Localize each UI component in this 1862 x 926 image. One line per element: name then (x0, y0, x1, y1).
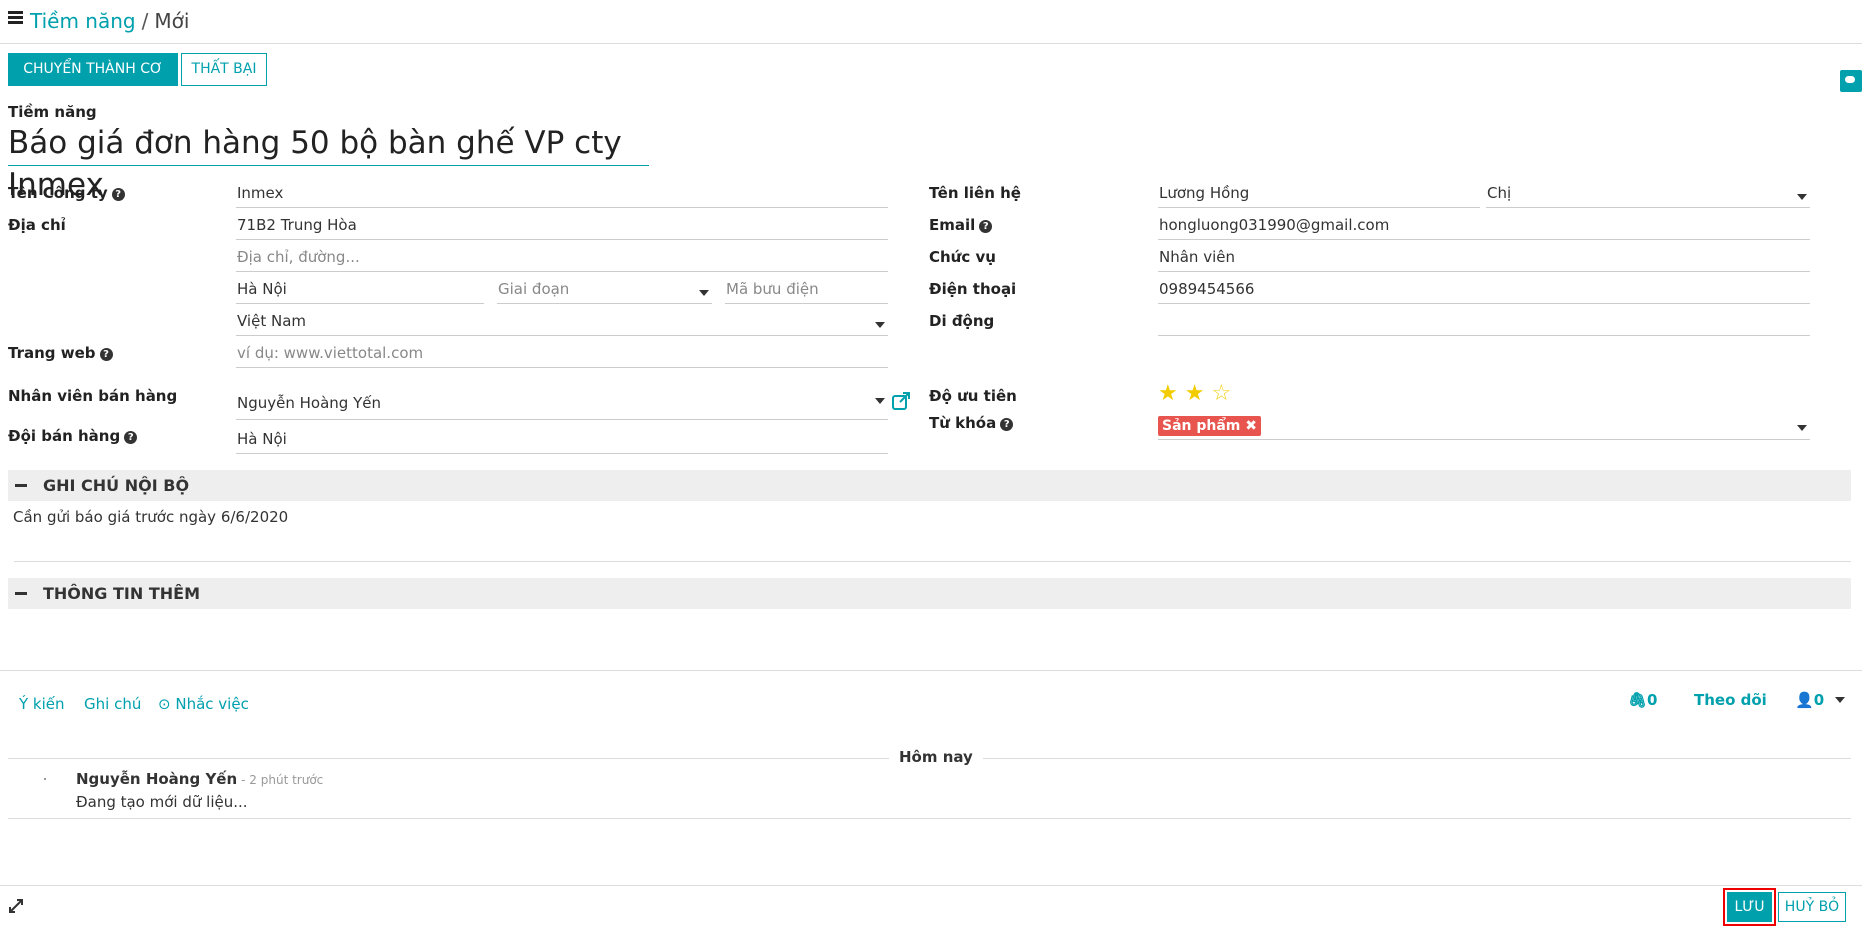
job-position-label: Chức vụ (929, 248, 996, 266)
footer-divider (0, 885, 1862, 886)
convert-to-opportunity-button[interactable]: CHUYỂN THÀNH CƠ HỘI (8, 53, 178, 108)
mobile-label: Di động (929, 312, 995, 330)
control-panel: Tiềm năng / Mới (0, 0, 1862, 44)
clock-icon: ⊙ (158, 695, 171, 713)
divider (8, 818, 1851, 819)
salesperson-label: Nhân viên bán hàng (8, 387, 178, 405)
website-label: Trang web? (8, 344, 113, 362)
tag-label: Sản phẩm (1162, 418, 1241, 434)
chat-icon[interactable] (1840, 70, 1862, 92)
chevron-down-icon[interactable] (875, 398, 885, 404)
lead-title-label: Tiềm năng (8, 103, 97, 121)
lead-title-input[interactable]: Báo giá đơn hàng 50 bộ bàn ghế VP cty In… (8, 122, 649, 203)
mark-lost-button[interactable]: THẤT BẠI (181, 53, 267, 86)
chevron-down-icon[interactable] (1835, 697, 1846, 703)
send-message-tab[interactable]: Ý kiến (19, 695, 65, 713)
website-label-text: Trang web (8, 344, 96, 362)
help-icon[interactable]: ? (1000, 418, 1014, 431)
sales-team-label-text: Đội bán hàng (8, 427, 121, 445)
schedule-activity-tab[interactable]: ⊙ Nhắc việc (158, 695, 249, 713)
help-icon[interactable]: ? (111, 188, 125, 201)
email-label: Email? (929, 216, 993, 234)
attachments-button[interactable]: 🖇0 (1628, 691, 1657, 709)
contact-name-input[interactable]: Lương Hồng (1158, 182, 1480, 208)
country-select[interactable]: Việt Nam (236, 310, 888, 336)
sales-team-select[interactable]: Hà Nội (236, 428, 888, 454)
log-note-tab[interactable]: Ghi chú (84, 695, 141, 713)
breadcrumb-parent-link[interactable]: Tiềm năng (30, 9, 136, 33)
state-select[interactable]: Giai đoạn (497, 278, 712, 304)
internal-notes-title: GHI CHÚ NỘI BỘ (43, 476, 190, 495)
divider (14, 561, 1851, 562)
followers-count: 0 (1813, 691, 1825, 709)
star-filled-icon[interactable]: ★ (1185, 381, 1205, 406)
company-input[interactable]: Inmex (236, 182, 888, 208)
phone-input[interactable]: 0989454566 (1158, 278, 1810, 304)
zip-input[interactable]: Mã bưu điện (725, 278, 888, 304)
contact-name-label: Tên liên hệ (929, 184, 1021, 202)
internal-notes-header[interactable]: GHI CHÚ NỘI BỘ (8, 470, 1851, 501)
extra-info-header[interactable]: THÔNG TIN THÊM (8, 578, 1851, 609)
user-icon: 👤 (1795, 691, 1814, 709)
salesperson-select[interactable]: Nguyễn Hoàng Yến (236, 390, 888, 420)
website-input[interactable]: ví dụ: www.viettotal.com (236, 342, 888, 368)
job-position-input[interactable]: Nhân viên (1158, 246, 1810, 272)
extra-info-title: THÔNG TIN THÊM (43, 584, 200, 603)
expand-icon[interactable] (8, 898, 24, 914)
mobile-input[interactable] (1158, 310, 1810, 336)
sales-team-label: Đội bán hàng? (8, 427, 138, 445)
message-author[interactable]: Nguyễn Hoàng Yến - 2 phút trước (76, 770, 323, 788)
company-label-text: Tên Công ty (8, 184, 108, 202)
followers-button[interactable]: 👤0 (1795, 691, 1846, 709)
tags-label-text: Từ khóa (929, 414, 997, 432)
date-separator: Hôm nay (889, 748, 983, 766)
help-icon[interactable]: ? (979, 220, 993, 233)
message-time: - 2 phút trước (241, 773, 324, 787)
tags-label: Từ khóa? (929, 414, 1014, 432)
remove-tag-icon[interactable]: ✖ (1245, 418, 1257, 434)
chevron-down-icon[interactable] (1797, 425, 1807, 431)
priority-label: Độ ưu tiên (929, 387, 1017, 405)
chevron-down-icon[interactable] (1797, 194, 1807, 200)
breadcrumb-current: Mới (154, 9, 190, 33)
help-icon[interactable]: ? (124, 431, 138, 444)
chevron-down-icon[interactable] (875, 322, 885, 328)
collapse-icon[interactable] (15, 484, 27, 487)
phone-label: Điện thoại (929, 280, 1017, 298)
star-filled-icon[interactable]: ★ (1158, 381, 1178, 406)
attachments-count: 0 (1647, 691, 1658, 709)
breadcrumb: Tiềm năng / Mới (30, 9, 189, 33)
star-empty-icon[interactable]: ☆ (1211, 381, 1231, 406)
tag-badge: Sản phẩm ✖ (1158, 416, 1262, 436)
internal-notes-text[interactable]: Cần gửi báo giá trước ngày 6/6/2020 (13, 508, 288, 526)
menu-icon[interactable] (8, 11, 23, 24)
external-link-icon[interactable] (891, 391, 911, 411)
collapse-icon[interactable] (15, 592, 27, 595)
email-input[interactable]: hongluong031990@gmail.com (1158, 214, 1810, 240)
paperclip-icon: 🖇 (1628, 691, 1648, 709)
address-label: Địa chỉ (8, 216, 66, 234)
street-input[interactable]: 71B2 Trung Hòa (236, 214, 888, 240)
follow-button[interactable]: Theo dõi (1694, 691, 1767, 709)
street2-input[interactable]: Địa chỉ, đường... (236, 246, 888, 272)
save-button[interactable]: LƯU (1727, 892, 1772, 922)
priority-stars: ★ ★ ☆ (1158, 383, 1231, 405)
divider (0, 670, 1862, 671)
schedule-activity-label: Nhắc việc (175, 695, 249, 713)
company-label: Tên Công ty? (8, 184, 125, 202)
message-author-name[interactable]: Nguyễn Hoàng Yến (76, 770, 237, 788)
message-body: Đang tạo mới dữ liệu... (76, 793, 248, 811)
breadcrumb-separator: / (141, 9, 149, 33)
discard-button[interactable]: HUỶ BỎ (1778, 892, 1846, 922)
avatar (44, 778, 46, 780)
help-icon[interactable]: ? (99, 348, 113, 361)
city-input[interactable]: Hà Nội (236, 278, 484, 304)
email-label-text: Email (929, 216, 976, 234)
chevron-down-icon[interactable] (699, 290, 709, 296)
contact-title-select[interactable]: Chị (1486, 182, 1810, 208)
